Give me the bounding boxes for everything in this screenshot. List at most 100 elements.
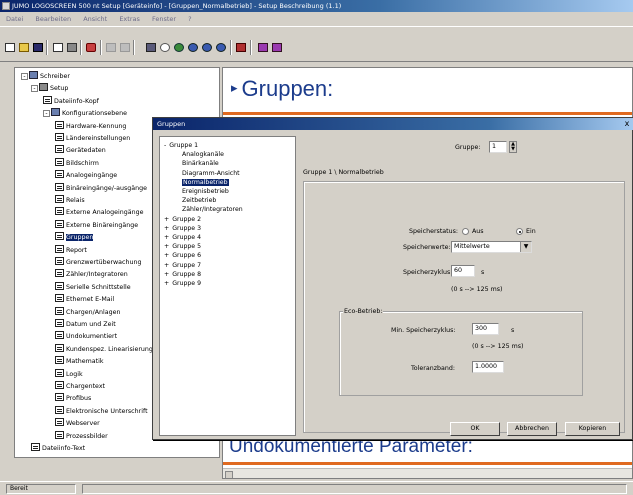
expand-icon[interactable]: +	[164, 216, 169, 223]
dialog-tree-item[interactable]: Binärkanäle	[182, 159, 219, 168]
doc-icon	[55, 393, 64, 402]
dialog-tree-item[interactable]: + Gruppe 6	[164, 251, 201, 260]
radio-aus[interactable]	[462, 228, 469, 235]
tree-item[interactable]: Report	[55, 244, 87, 255]
expand-icon[interactable]: +	[164, 280, 169, 287]
min-speicherzyklus-input[interactable]: 300	[472, 323, 499, 335]
tree-item[interactable]: Externe Analogeingänge	[55, 207, 143, 217]
dialog-tree-item[interactable]: Zähler/Integratoren	[182, 205, 243, 214]
menu-edit[interactable]: Bearbeiten	[35, 12, 71, 26]
collapse-icon[interactable]: -	[43, 110, 50, 118]
chevron-down-icon[interactable]: ▼	[520, 242, 531, 252]
close-icon[interactable]: x	[622, 119, 632, 129]
tree-item[interactable]: Undokumentiert	[55, 331, 117, 341]
tree-item[interactable]: Datum und Zeit	[55, 319, 116, 329]
send-icon[interactable]	[200, 41, 213, 54]
tree-item[interactable]: - Konfigurationsebene	[43, 108, 127, 118]
wizard-icon[interactable]	[84, 41, 97, 54]
expand-icon[interactable]: +	[164, 262, 169, 269]
receive-icon[interactable]	[214, 41, 227, 54]
tree-item[interactable]: Dateiinfo-Kopf	[43, 95, 99, 106]
radio-ein[interactable]	[516, 228, 523, 235]
tree-item[interactable]: Chargen/Anlagen	[55, 306, 120, 317]
tree-item[interactable]: Binäreingänge/-ausgänge	[55, 182, 147, 193]
find-icon[interactable]	[158, 41, 171, 54]
toleranzband-input[interactable]: 1.0000	[472, 361, 504, 373]
connect-icon[interactable]	[186, 41, 199, 54]
tree-item[interactable]: Logik	[55, 368, 83, 379]
cut-icon[interactable]	[104, 41, 117, 54]
gruppe-input[interactable]: 1	[489, 141, 507, 153]
settings-icon[interactable]	[172, 41, 185, 54]
toleranzband-label: Toleranzband:	[411, 365, 455, 372]
tree-item[interactable]: Analogeingänge	[55, 170, 117, 180]
menu-file[interactable]: Datei	[6, 12, 23, 26]
dialog-tree-item[interactable]: Zeitbetrieb	[182, 196, 216, 205]
ok-button[interactable]: OK	[450, 422, 500, 436]
paste-icon[interactable]	[144, 41, 157, 54]
tree-item[interactable]: Elektronische Unterschrift	[55, 405, 148, 416]
tree-item[interactable]: Relais	[55, 195, 85, 205]
new-file-icon[interactable]	[3, 41, 16, 54]
collapse-icon[interactable]: -	[164, 142, 166, 149]
transfer-icon[interactable]	[234, 41, 247, 54]
tree-item[interactable]: Ethernet E-Mail	[55, 294, 114, 304]
expand-icon[interactable]: +	[164, 243, 169, 250]
tree-item[interactable]: Profibus	[55, 393, 91, 403]
expand-icon[interactable]: +	[164, 252, 169, 259]
tree-item[interactable]: Gerätedaten	[55, 145, 106, 155]
cancel-button[interactable]: Abbrechen	[507, 422, 557, 436]
tree-item[interactable]: Ländereinstellungen	[55, 133, 130, 143]
menu-window[interactable]: Fenster	[152, 12, 176, 26]
open-folder-icon[interactable]	[17, 41, 30, 54]
collapse-icon[interactable]: -	[21, 73, 28, 80]
dialog-tree-item[interactable]: Analogkanäle	[182, 150, 224, 159]
dialog-tree-item[interactable]: + Gruppe 9	[164, 279, 201, 288]
expand-icon[interactable]: +	[164, 225, 169, 232]
copy-button[interactable]: Kopieren	[565, 422, 620, 436]
menu-help[interactable]: ?	[188, 12, 191, 26]
copy-icon[interactable]	[118, 41, 131, 54]
collapse-icon[interactable]: -	[31, 85, 38, 93]
tree-item[interactable]: Bildschirm	[55, 157, 99, 168]
tree-item[interactable]: Mathematik	[55, 356, 103, 366]
gruppe-spinner[interactable]: ▲ ▼	[509, 141, 517, 153]
print-preview-icon[interactable]	[51, 41, 64, 54]
dialog-tree-item[interactable]: + Gruppe 8	[164, 270, 201, 279]
tree-item[interactable]: Externe Binäreingänge	[55, 219, 138, 230]
scroll-left-icon[interactable]	[225, 471, 233, 478]
dialog-tree-item[interactable]: - Gruppe 1	[164, 141, 198, 150]
tree-item[interactable]: Hardware-Kennung	[55, 120, 126, 131]
dialog-tree-item[interactable]: Ereignisbetrieb	[182, 187, 229, 196]
tree-item[interactable]: Zähler/Integratoren	[55, 269, 128, 279]
tree-item[interactable]: Dateiinfo-Text	[31, 443, 85, 453]
dialog-tree-item[interactable]: + Gruppe 5	[164, 242, 201, 251]
expand-icon[interactable]: +	[164, 234, 169, 241]
expand-icon[interactable]: +	[164, 271, 169, 278]
dialog-group-tree[interactable]: - Gruppe 1 Analogkanäle Binärkanäle Diagramm…	[159, 136, 296, 436]
tree-item[interactable]: Gruppen	[55, 232, 94, 242]
dialog-tree-item[interactable]: Diagramm-Ansicht	[182, 169, 240, 178]
tree-item[interactable]: Chargentext	[55, 381, 105, 391]
print-icon[interactable]	[65, 41, 78, 54]
tree-item[interactable]: Prozessbilder	[55, 430, 108, 441]
dialog-tree-item[interactable]: Normalbetrieb	[182, 178, 229, 187]
tree-item[interactable]: Webserver	[55, 418, 100, 428]
speicherwerte-select[interactable]: Mittelwerte ▼	[451, 241, 532, 253]
dialog-tree-item[interactable]: + Gruppe 3	[164, 224, 201, 233]
tree-item[interactable]: Kundenspez. Linearisierung	[55, 343, 153, 354]
tree-item[interactable]: Grenzwertüberwachung	[55, 257, 141, 267]
dialog-tree-item[interactable]: + Gruppe 4	[164, 233, 201, 242]
tree-item[interactable]: - Setup	[31, 83, 68, 93]
horizontal-scrollbar[interactable]	[223, 468, 632, 478]
speicherzyklus-input[interactable]: 60	[451, 265, 475, 277]
dialog-tree-item[interactable]: + Gruppe 7	[164, 261, 201, 270]
dialog-tree-item[interactable]: + Gruppe 2	[164, 215, 201, 224]
menu-view[interactable]: Ansicht	[83, 12, 107, 26]
save-icon[interactable]	[31, 41, 44, 54]
list-icon[interactable]	[256, 41, 269, 54]
menu-extras[interactable]: Extras	[119, 12, 140, 26]
window-icon[interactable]	[270, 41, 283, 54]
tree-item[interactable]: Serielle Schnittstelle	[55, 281, 131, 292]
tree-item[interactable]: - Schreiber	[21, 71, 70, 81]
